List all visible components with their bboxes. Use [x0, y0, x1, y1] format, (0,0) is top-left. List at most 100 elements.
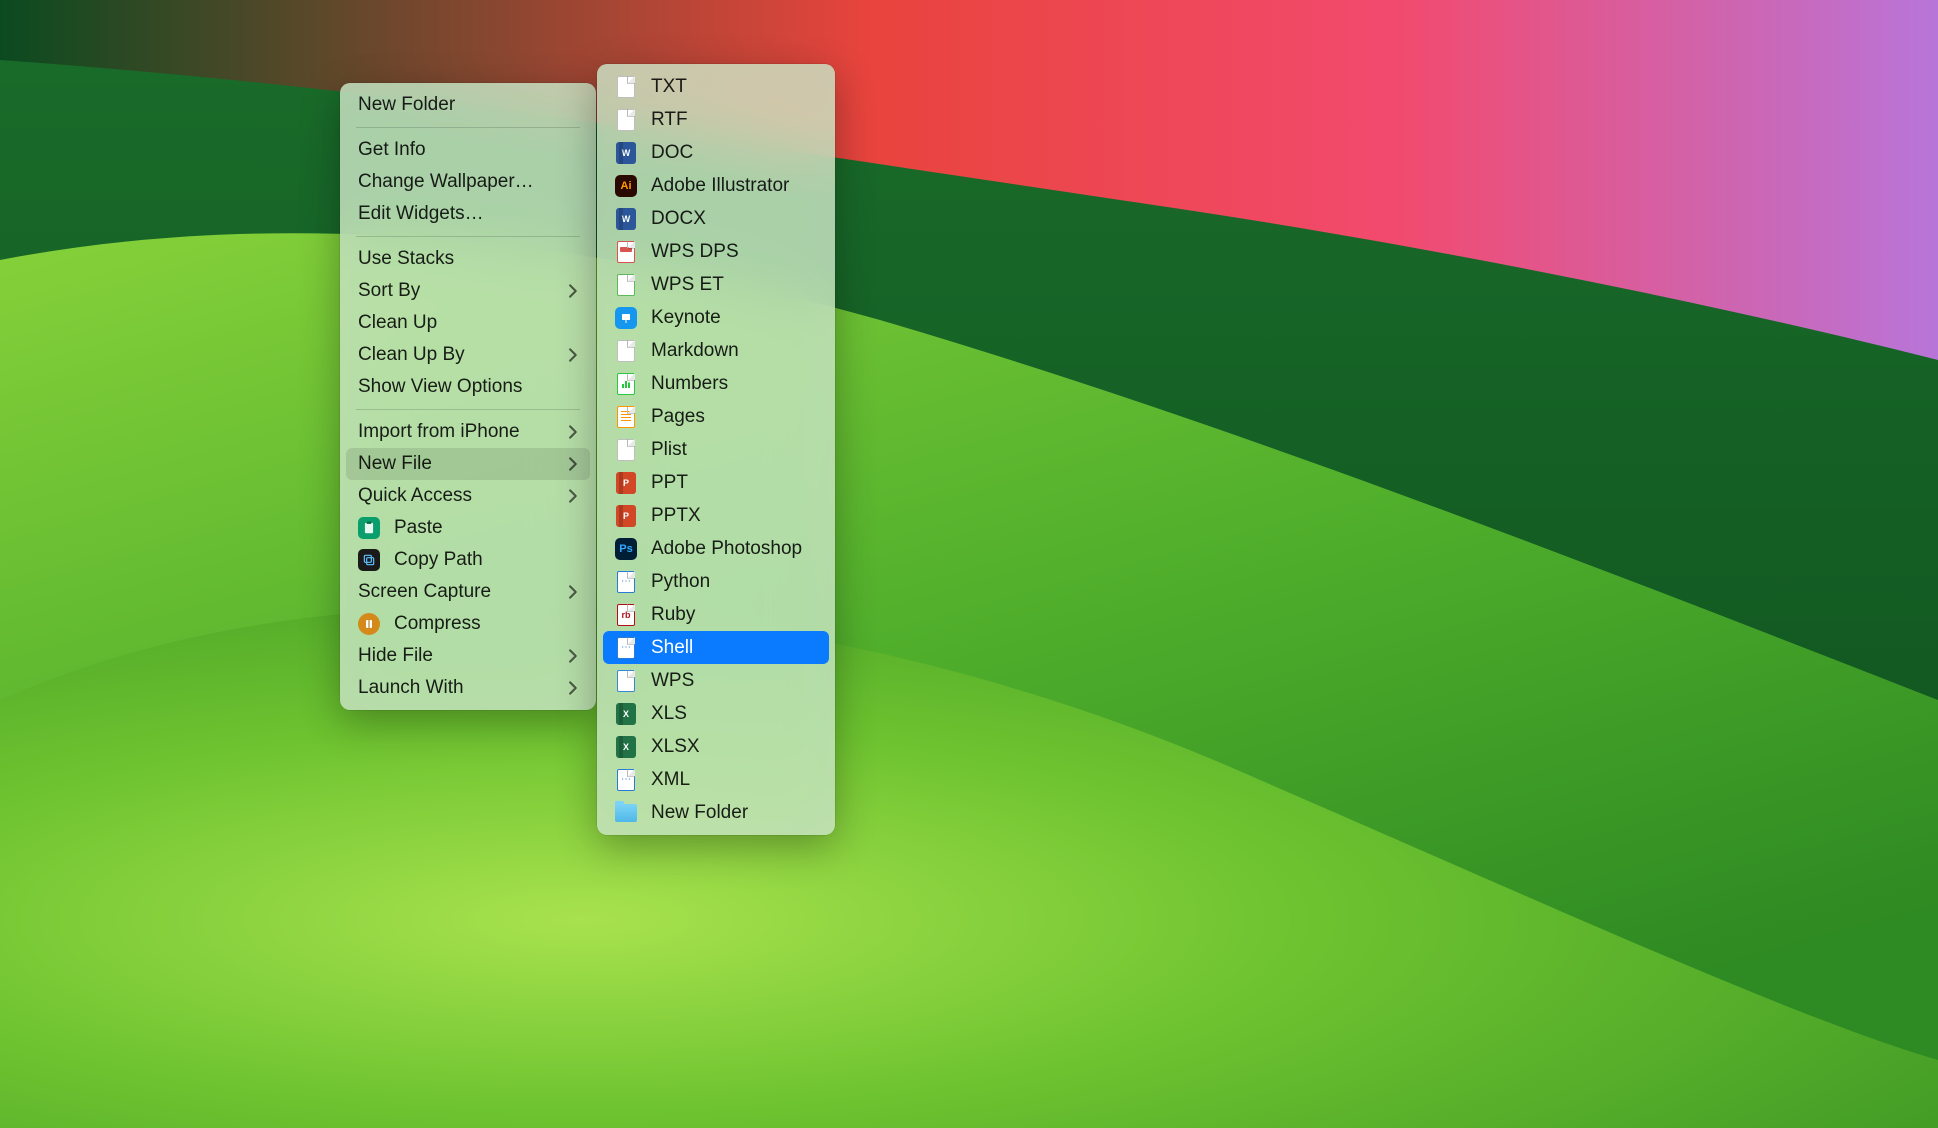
menu-item-label: Use Stacks	[358, 248, 578, 270]
submenu-item-label: Shell	[651, 637, 817, 659]
submenu-item-python[interactable]: ⋯Python	[603, 565, 829, 598]
menu-item-label: Sort By	[358, 280, 551, 302]
word-icon: W	[615, 142, 637, 164]
chevron-right-icon	[569, 348, 578, 362]
menu-item-hide-file[interactable]: Hide File	[346, 640, 590, 672]
file-generic-icon	[615, 109, 637, 131]
submenu-item-label: PPTX	[651, 505, 817, 527]
menu-separator	[356, 409, 580, 410]
submenu-item-label: Ruby	[651, 604, 817, 626]
menu-item-copy-path[interactable]: Copy Path	[346, 544, 590, 576]
menu-item-screen-capture[interactable]: Screen Capture	[346, 576, 590, 608]
submenu-item-wps[interactable]: WPS	[603, 664, 829, 697]
menu-item-get-info[interactable]: Get Info	[346, 134, 590, 166]
submenu-item-pages[interactable]: Pages	[603, 400, 829, 433]
menu-item-quick-access[interactable]: Quick Access	[346, 480, 590, 512]
menu-separator	[356, 127, 580, 128]
chevron-right-icon	[569, 284, 578, 298]
menu-item-show-view-options[interactable]: Show View Options	[346, 371, 590, 403]
submenu-item-ai[interactable]: AiAdobe Illustrator	[603, 169, 829, 202]
illustrator-icon: Ai	[615, 175, 637, 197]
submenu-item-label: PPT	[651, 472, 817, 494]
excel-icon: X	[615, 736, 637, 758]
new-file-submenu[interactable]: TXT RTF W DOC AiAdobe IllustratorWDOCX WPS DP…	[597, 64, 835, 835]
excel-icon: X	[615, 703, 637, 725]
menu-item-compress[interactable]: Compress	[346, 608, 590, 640]
menu-item-change-wallpaper[interactable]: Change Wallpaper…	[346, 166, 590, 198]
submenu-item-xml[interactable]: ⋯XML	[603, 763, 829, 796]
menu-item-label: Hide File	[358, 645, 551, 667]
chevron-right-icon	[569, 585, 578, 599]
menu-item-edit-widgets[interactable]: Edit Widgets…	[346, 198, 590, 230]
menu-item-launch-with[interactable]: Launch With	[346, 672, 590, 704]
submenu-item-wps-dps[interactable]: WPS DPS	[603, 235, 829, 268]
desktop-context-menu[interactable]: New Folder Get Info Change Wallpaper… Edit …	[340, 83, 596, 710]
submenu-item-label: DOC	[651, 142, 817, 164]
submenu-item-label: RTF	[651, 109, 817, 131]
menu-item-paste[interactable]: Paste	[346, 512, 590, 544]
photoshop-icon: Ps	[615, 538, 637, 560]
submenu-item-label: XLSX	[651, 736, 817, 758]
powerpoint-icon: P	[615, 505, 637, 527]
menu-item-label: Copy Path	[394, 549, 578, 571]
menu-item-label: Import from iPhone	[358, 421, 551, 443]
submenu-item-new-folder[interactable]: New Folder	[603, 796, 829, 829]
folder-icon	[615, 802, 637, 824]
submenu-item-doc[interactable]: W DOC	[603, 136, 829, 169]
submenu-item-markdown[interactable]: Markdown	[603, 334, 829, 367]
pages-icon	[615, 406, 637, 428]
file-et-icon	[615, 274, 637, 296]
keynote-icon	[615, 307, 637, 329]
submenu-item-label: Pages	[651, 406, 817, 428]
submenu-item-plist[interactable]: Plist	[603, 433, 829, 466]
chevron-right-icon	[569, 489, 578, 503]
submenu-item-rtf[interactable]: RTF	[603, 103, 829, 136]
menu-item-import-from-iphone[interactable]: Import from iPhone	[346, 416, 590, 448]
submenu-item-label: WPS	[651, 670, 817, 692]
submenu-item-wps-et[interactable]: WPS ET	[603, 268, 829, 301]
menu-item-use-stacks[interactable]: Use Stacks	[346, 243, 590, 275]
submenu-item-label: Adobe Photoshop	[651, 538, 817, 560]
submenu-item-xlsx[interactable]: X XLSX	[603, 730, 829, 763]
menu-item-clean-up-by[interactable]: Clean Up By	[346, 339, 590, 371]
menu-item-label: Screen Capture	[358, 581, 551, 603]
submenu-item-ruby[interactable]: rb Ruby	[603, 598, 829, 631]
menu-item-clean-up[interactable]: Clean Up	[346, 307, 590, 339]
submenu-item-txt[interactable]: TXT	[603, 70, 829, 103]
submenu-item-psd[interactable]: Ps Adobe Photoshop	[603, 532, 829, 565]
word-icon: W	[615, 208, 637, 230]
submenu-item-label: WPS ET	[651, 274, 817, 296]
submenu-item-pptx[interactable]: P PPTX	[603, 499, 829, 532]
menu-item-sort-by[interactable]: Sort By	[346, 275, 590, 307]
menu-item-label: New File	[358, 453, 551, 475]
submenu-item-label: Markdown	[651, 340, 817, 362]
file-generic-icon	[615, 340, 637, 362]
submenu-item-keynote[interactable]: Keynote	[603, 301, 829, 334]
menu-item-label: Change Wallpaper…	[358, 171, 578, 193]
menu-item-label: Compress	[394, 613, 578, 635]
menu-item-new-file[interactable]: New File	[346, 448, 590, 480]
submenu-item-label: Keynote	[651, 307, 817, 329]
submenu-item-label: Numbers	[651, 373, 817, 395]
submenu-item-xls[interactable]: X XLS	[603, 697, 829, 730]
file-code-blue-icon: ⋯	[615, 637, 637, 659]
menu-item-new-folder[interactable]: New Folder	[346, 89, 590, 121]
menu-item-label: Quick Access	[358, 485, 551, 507]
menu-item-label: Clean Up	[358, 312, 578, 334]
file-generic-icon	[615, 439, 637, 461]
submenu-item-numbers[interactable]: Numbers	[603, 367, 829, 400]
submenu-item-shell[interactable]: ⋯ Shell	[603, 631, 829, 664]
numbers-icon	[615, 373, 637, 395]
powerpoint-icon: P	[615, 472, 637, 494]
menu-item-label: Clean Up By	[358, 344, 551, 366]
menu-item-label: Launch With	[358, 677, 551, 699]
file-code-blue-icon: ⋯	[615, 571, 637, 593]
submenu-item-label: Plist	[651, 439, 817, 461]
submenu-item-label: WPS DPS	[651, 241, 817, 263]
file-ruby-icon: rb	[615, 604, 637, 626]
submenu-item-docx[interactable]: WDOCX	[603, 202, 829, 235]
submenu-item-label: XLS	[651, 703, 817, 725]
submenu-item-ppt[interactable]: P PPT	[603, 466, 829, 499]
menu-item-label: Paste	[394, 517, 578, 539]
paste-icon	[358, 517, 380, 539]
